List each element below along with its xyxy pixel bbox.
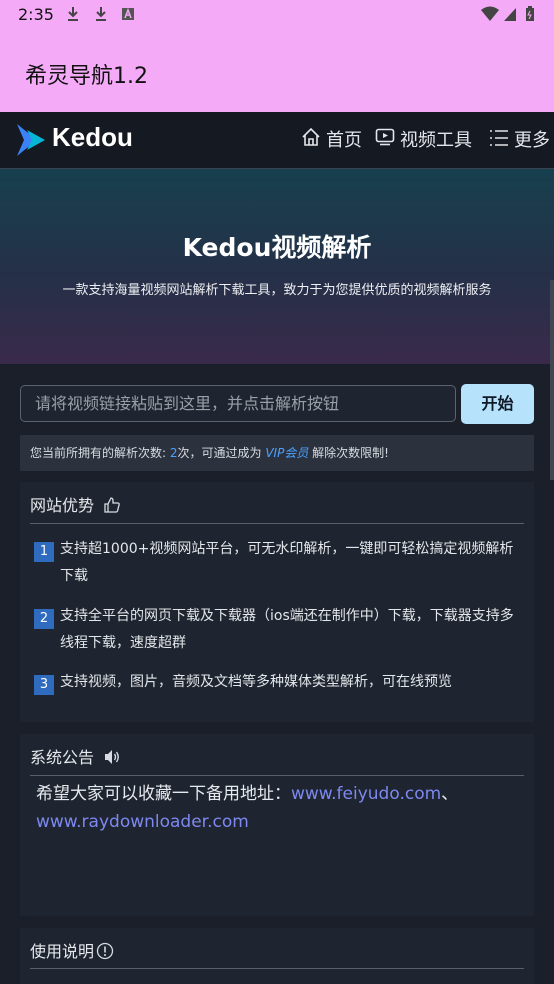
advantage-number: 1: [34, 542, 54, 562]
video-url-input[interactable]: [20, 385, 456, 422]
wifi-icon: [481, 6, 499, 21]
kedou-logo-icon: [17, 124, 45, 156]
home-icon: [302, 127, 320, 146]
advantage-text: 支持全平台的网页下载及下载器（ios端还在制作中）下载，下载器支持多线程下载，速…: [60, 608, 514, 651]
download-icon: [96, 7, 106, 21]
advantage-number: 2: [34, 609, 54, 629]
advantages-divider: [30, 523, 524, 524]
quota-count: 2: [169, 446, 178, 460]
quota-middle: 次，可通过成为: [177, 446, 266, 460]
quota-suffix: 解除次数限制!: [308, 446, 389, 460]
announcement-divider: [30, 775, 524, 776]
hero-banner: Kedou视频解析 一款支持海量视频网站解析下载工具，致力于为您提供优质的视频解…: [0, 169, 554, 364]
instructions-card: 使用说明: [20, 928, 534, 984]
nav-more-label: 更多: [514, 130, 550, 151]
battery-icon: [526, 6, 534, 21]
advantages-title-text: 网站优势: [30, 496, 95, 515]
advantages-title: 网站优势: [30, 492, 121, 516]
advantage-text: 支持视频，图片，音频及文档等多种媒体类型解析，可在线预览: [60, 674, 452, 690]
app-title: 希灵导航1.2: [25, 64, 148, 89]
thumbs-up-icon: [104, 497, 120, 513]
quota-info: 您当前所拥有的解析次数: 2次，可通过成为 VIP会员 解除次数限制!: [20, 435, 534, 471]
quota-prefix: 您当前所拥有的解析次数:: [30, 446, 170, 460]
announcement-body: 希望大家可以收藏一下备用地址：: [36, 784, 291, 804]
hero-title: Kedou视频解析: [182, 233, 372, 262]
backup-link-1[interactable]: www.feiyudo.com: [291, 784, 441, 804]
advantages-card: 网站优势 1 支持超1000+视频网站平台，可无水印解析，一键即可轻松搞定视频解…: [20, 482, 534, 722]
speaker-icon: [105, 750, 120, 764]
menu-lines-icon: [490, 130, 508, 146]
site-nav: Kedou 首页 视频工具 更多: [0, 112, 554, 169]
text-notification-icon: [122, 7, 134, 20]
advantage-text: 支持超1000+视频网站平台，可无水印解析，一键即可轻松搞定视频解析下载: [60, 541, 514, 584]
nav-home-label: 首页: [326, 130, 362, 151]
nav-video-tools-label: 视频工具: [400, 130, 472, 151]
backup-link-2[interactable]: www.raydownloader.com: [36, 812, 249, 832]
hero-subtitle: 一款支持海量视频网站解析下载工具，致力于为您提供优质的视频解析服务: [62, 283, 492, 298]
announcement-title-text: 系统公告: [30, 748, 95, 767]
status-bar: 2:35: [0, 0, 554, 30]
info-icon: [96, 942, 114, 960]
brand-name: Kedou: [52, 122, 133, 152]
announcement-card: 系统公告 希望大家可以收藏一下备用地址：www.feiyudo.com、 www.…: [20, 734, 534, 916]
app-bar: 希灵导航1.2: [0, 30, 554, 112]
webview[interactable]: Kedou 首页 视频工具 更多 Kedou视频解析 一款支持海量视频网站解析下…: [0, 112, 554, 984]
announcement-text: 希望大家可以收藏一下备用地址：www.feiyudo.com、 www.raydo…: [36, 780, 526, 836]
download-icon: [68, 7, 78, 21]
status-time: 2:35: [18, 5, 54, 24]
announcement-title: 系统公告: [30, 744, 121, 768]
advantage-number: 3: [34, 675, 54, 695]
video-icon: [375, 128, 395, 146]
instructions-divider: [30, 968, 524, 969]
scrollbar-thumb[interactable]: [550, 280, 554, 480]
instructions-title-text: 使用说明: [30, 942, 95, 961]
link-separator: 、: [441, 784, 459, 804]
vip-link[interactable]: VIP会员: [265, 446, 308, 460]
start-button[interactable]: 开始: [461, 384, 534, 424]
signal-icon: [504, 8, 516, 21]
instructions-title: 使用说明: [30, 938, 114, 962]
